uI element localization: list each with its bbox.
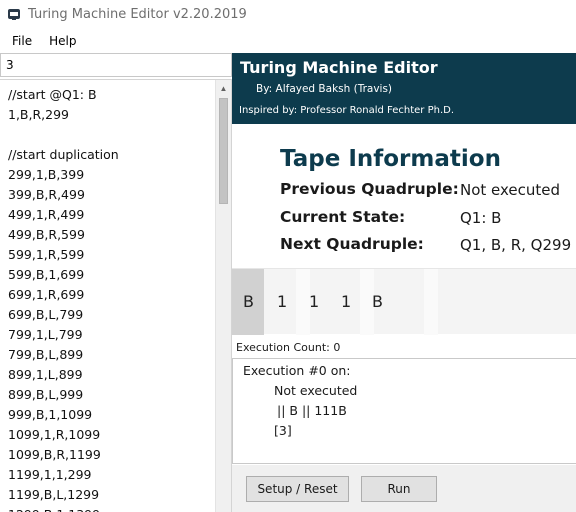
tape-gap — [296, 269, 310, 335]
execution-count-value: 0 — [333, 341, 341, 354]
previous-quadruple-label: Previous Quadruple: — [280, 180, 459, 198]
program-editor[interactable]: //start @Q1: B 1,B,R,299 //start duplicati… — [0, 79, 232, 512]
setup-reset-button[interactable]: Setup / Reset — [246, 476, 349, 502]
code-line: 499,1,R,499 — [8, 207, 85, 222]
code-line: 499,B,R,599 — [8, 227, 85, 242]
next-quadruple-value: Q1, B, R, Q299 — [460, 236, 572, 254]
editor-scrollbar[interactable]: ▲ — [215, 80, 231, 512]
action-bar: Setup / Reset Run — [232, 465, 576, 512]
execution-log[interactable]: Execution #0 on: Not executed || B || 11… — [232, 358, 576, 464]
code-line: 899,B,L,999 — [8, 387, 84, 402]
tape-cell: 1 — [309, 292, 320, 311]
code-line: 1099,1,R,1099 — [8, 427, 101, 442]
app-header: Turing Machine Editor By: Alfayed Baksh … — [232, 53, 576, 124]
program-lines: //start @Q1: B 1,B,R,299 //start duplicati… — [8, 85, 213, 512]
code-line: 899,1,L,899 — [8, 367, 83, 382]
code-line: 699,1,R,699 — [8, 287, 85, 302]
code-line: 1099,B,R,1199 — [8, 447, 101, 462]
tape-info-heading: Tape Information — [280, 146, 501, 172]
window-title: Turing Machine Editor v2.20.2019 — [28, 6, 247, 22]
menu-help[interactable]: Help — [41, 34, 85, 48]
code-line: 799,B,L,899 — [8, 347, 84, 362]
execution-tape: || B || 111B — [277, 403, 347, 418]
turing-app-icon — [8, 9, 20, 20]
next-quadruple-label: Next Quadruple: — [280, 235, 424, 253]
quadruple-count-input[interactable]: 3 — [0, 53, 232, 77]
current-state-value: Q1: B — [460, 209, 502, 227]
execution-position: [3] — [274, 423, 292, 438]
scroll-up-icon[interactable]: ▲ — [216, 80, 231, 97]
code-line: 999,B,1,1099 — [8, 407, 93, 422]
code-line: 1299,B,1,1399 — [8, 505, 213, 512]
code-line: 699,B,L,799 — [8, 307, 84, 322]
window-titlebar: Turing Machine Editor v2.20.2019 — [0, 0, 576, 28]
tape-strip: B 1 1 1 B — [232, 268, 576, 335]
menu-file[interactable]: File — [0, 34, 41, 48]
code-line: //start @Q1: B — [8, 87, 97, 102]
menu-bar: File Help — [0, 30, 576, 52]
tape-cell: B — [243, 292, 254, 311]
tape-cell: B — [372, 292, 383, 311]
header-title: Turing Machine Editor — [240, 58, 438, 77]
code-line: 299,1,B,399 — [8, 167, 85, 182]
execution-heading: Execution #0 on: — [243, 363, 351, 378]
code-line: 1199,B,L,1299 — [8, 487, 100, 502]
previous-quadruple-value: Not executed — [460, 181, 561, 199]
execution-count-label: Execution Count: — [236, 341, 330, 354]
code-line: 1,B,R,299 — [8, 107, 69, 122]
execution-count: Execution Count: 0 — [232, 341, 576, 359]
code-line: 399,B,R,499 — [8, 187, 85, 202]
code-line: //start duplication — [8, 147, 119, 162]
tape-information-panel: Tape Information Previous Quadruple: Not… — [232, 124, 576, 267]
code-line: 1199,1,1,299 — [8, 467, 92, 482]
code-line: 799,1,L,799 — [8, 327, 83, 342]
run-button[interactable]: Run — [361, 476, 437, 502]
header-inspired: Inspired by: Professor Ronald Fechter Ph… — [239, 105, 455, 116]
tape-gap — [424, 269, 438, 335]
code-line: 599,1,R,599 — [8, 247, 85, 262]
tape-cell: 1 — [277, 292, 288, 311]
current-state-label: Current State: — [280, 208, 406, 226]
header-author: By: Alfayed Baksh (Travis) — [256, 83, 393, 95]
scroll-thumb[interactable] — [219, 98, 228, 204]
tape-cell: 1 — [341, 292, 352, 311]
code-line: 599,B,1,699 — [8, 267, 85, 282]
execution-status: Not executed — [274, 383, 358, 398]
